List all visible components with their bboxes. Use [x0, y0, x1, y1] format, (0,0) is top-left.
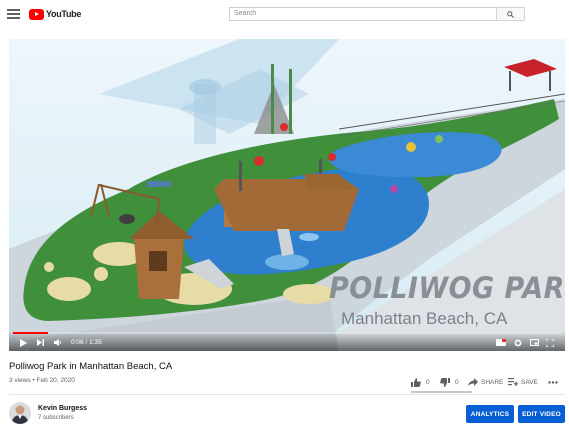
- overlay-title: POLLIWOG PARK: [329, 271, 565, 305]
- video-player[interactable]: POLLIWOG PARK Manhattan Beach, CA 0:06 /…: [9, 39, 565, 351]
- subscriber-count: 7 subscribers: [38, 415, 74, 421]
- analytics-button[interactable]: ANALYTICS: [466, 405, 514, 423]
- avatar-photo: [9, 402, 31, 424]
- more-horizontal-icon: [548, 380, 558, 384]
- progress-bar[interactable]: [13, 332, 561, 334]
- closed-captions-icon: [496, 339, 506, 346]
- add-to-playlist-icon: [508, 378, 518, 386]
- skip-next-icon: [37, 339, 44, 346]
- volume-button[interactable]: [53, 338, 63, 347]
- share-icon: [468, 378, 478, 386]
- play-button[interactable]: [19, 338, 28, 347]
- like-dislike-ratio-bar: [411, 391, 472, 393]
- divider: [9, 394, 565, 395]
- play-icon: [20, 338, 27, 347]
- more-actions-button[interactable]: [548, 376, 558, 388]
- like-count: 0: [426, 378, 430, 386]
- overlay-subtitle: Manhattan Beach, CA: [341, 309, 508, 328]
- progress-fill: [13, 332, 48, 334]
- thumbs-down-icon: [440, 377, 450, 387]
- save-button[interactable]: SAVE: [508, 376, 538, 388]
- search-input[interactable]: Search: [229, 7, 496, 21]
- like-button[interactable]: 0: [411, 376, 430, 388]
- dislike-button[interactable]: 0: [440, 376, 459, 388]
- edit-video-button[interactable]: EDIT VIDEO: [518, 405, 565, 423]
- time-display: 0:06 / 1:35: [71, 339, 102, 346]
- gear-icon: [514, 339, 522, 346]
- share-label: SHARE: [481, 378, 504, 386]
- miniplayer-button[interactable]: [529, 338, 539, 347]
- next-button[interactable]: [36, 338, 45, 347]
- video-title: Polliwog Park in Manhattan Beach, CA: [9, 361, 173, 372]
- search-button[interactable]: [496, 7, 525, 21]
- channel-avatar[interactable]: [9, 402, 31, 424]
- dislike-count: 0: [455, 378, 459, 386]
- fullscreen-button[interactable]: [545, 338, 555, 347]
- top-bar: YouTube Search: [0, 0, 569, 28]
- settings-button[interactable]: [513, 338, 523, 347]
- logo-text: YouTube: [46, 9, 82, 19]
- channel-name[interactable]: Kevin Burgess: [38, 405, 87, 412]
- save-label: SAVE: [521, 378, 538, 386]
- volume-icon: [53, 339, 61, 346]
- search-icon: [507, 10, 514, 18]
- thumbs-up-icon: [411, 377, 421, 387]
- video-meta: 3 views • Feb 20, 2020: [9, 377, 75, 384]
- share-button[interactable]: SHARE: [468, 376, 503, 388]
- fullscreen-icon: [546, 338, 554, 347]
- youtube-play-icon: [29, 8, 44, 20]
- miniplayer-icon: [529, 339, 539, 346]
- hamburger-menu-icon[interactable]: [7, 9, 20, 19]
- subtitles-button[interactable]: [496, 338, 506, 347]
- youtube-logo[interactable]: YouTube: [29, 8, 81, 20]
